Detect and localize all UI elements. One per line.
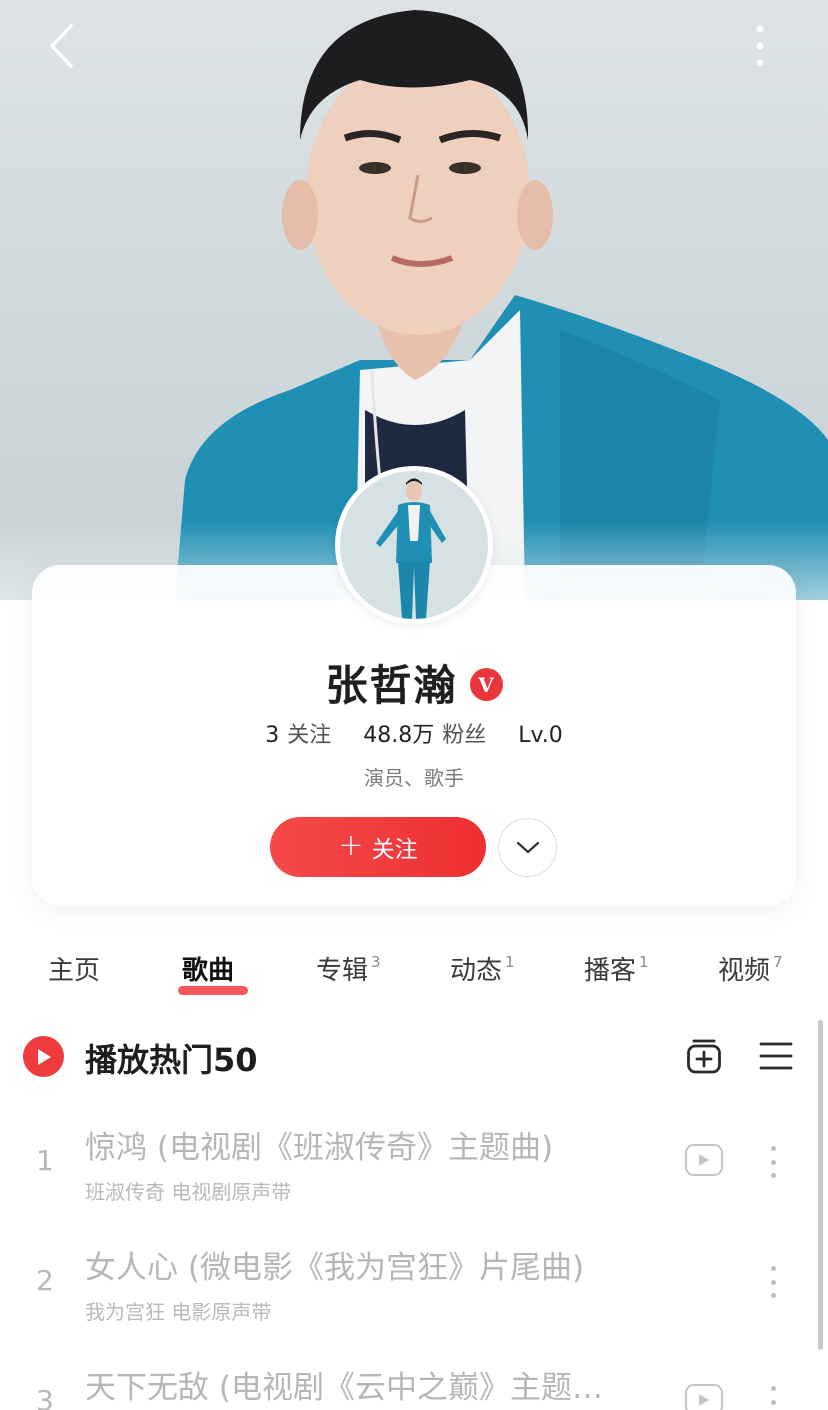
tab-label: 歌曲 xyxy=(182,956,235,986)
profile-stats: 3 关注 48.8万 粉丝 Lv.0 xyxy=(0,717,828,749)
tab-label: 动态 xyxy=(450,956,503,986)
song-row[interactable]: 3 天下无敌 (电视剧《云中之巅》主题… xyxy=(0,1362,828,1410)
song-more-button[interactable] xyxy=(762,1382,784,1410)
active-tab-indicator xyxy=(178,986,248,995)
vertical-dots-icon xyxy=(756,25,764,67)
dot-icon xyxy=(770,1159,776,1165)
song-title: 惊鸿 (电视剧《班淑传奇》主题曲) xyxy=(85,1130,554,1166)
tab-count: 1 xyxy=(639,953,649,971)
artist-identity: 演员、歌手 xyxy=(364,766,464,790)
follow-button-label: 关注 xyxy=(371,837,418,863)
following-label: 关注 xyxy=(287,723,332,748)
following-stat[interactable]: 3 关注 xyxy=(265,717,331,749)
tab-label: 专辑 xyxy=(316,956,369,986)
tab-label: 视频 xyxy=(718,956,771,986)
song-mv-button[interactable] xyxy=(685,1384,723,1410)
song-title: 天下无敌 (电视剧《云中之巅》主题… xyxy=(85,1370,603,1406)
dot-icon xyxy=(770,1279,776,1285)
dot-icon xyxy=(770,1386,776,1391)
more-options-button[interactable] xyxy=(732,18,788,74)
tab-label: 主页 xyxy=(48,956,101,986)
follow-button[interactable]: + 关注 xyxy=(270,817,486,877)
song-mv-button[interactable] xyxy=(685,1144,723,1176)
add-to-playlist-icon xyxy=(687,1039,721,1074)
tab-activity[interactable]: 动态 1 xyxy=(450,950,515,987)
song-index: 1 xyxy=(36,1144,54,1177)
song-more-button[interactable] xyxy=(762,1142,784,1182)
tab-count: 1 xyxy=(505,953,515,971)
artist-tabs: 主页 歌曲 专辑 3 动态 1 播客 1 视频 7 xyxy=(0,950,828,998)
fans-count: 48.8万 xyxy=(363,723,435,748)
following-count: 3 xyxy=(265,723,280,748)
fans-label: 粉丝 xyxy=(442,723,487,748)
play-icon xyxy=(37,1048,51,1065)
tab-label: 播客 xyxy=(584,956,637,986)
chevron-left-icon xyxy=(50,24,73,68)
list-menu-icon xyxy=(759,1042,793,1070)
hot-songs-title[interactable]: 播放热门50 xyxy=(85,1035,258,1081)
dot-icon xyxy=(770,1173,776,1178)
song-more-button[interactable] xyxy=(762,1262,784,1302)
dot-icon xyxy=(770,1293,776,1298)
level-badge: Lv.0 xyxy=(518,723,563,748)
avatar-image xyxy=(340,471,488,619)
artist-name: 张哲瀚 xyxy=(325,661,458,710)
artist-name-row: 张哲瀚 V xyxy=(0,652,828,713)
level-stat[interactable]: Lv.0 xyxy=(518,723,563,748)
dot-icon xyxy=(770,1266,776,1271)
avatar[interactable] xyxy=(335,466,493,624)
chevron-down-icon xyxy=(516,841,539,853)
tab-count: 7 xyxy=(773,953,783,971)
tab-videos[interactable]: 视频 7 xyxy=(718,950,783,987)
song-index: 3 xyxy=(36,1384,54,1410)
back-button[interactable] xyxy=(34,18,90,74)
add-to-playlist-button[interactable] xyxy=(686,1036,722,1076)
song-row[interactable]: 2 女人心 (微电影《我为宫狂》片尾曲) 我为宫狂 电影原声带 xyxy=(0,1242,828,1352)
tab-albums[interactable]: 专辑 3 xyxy=(316,950,381,987)
tab-count: 3 xyxy=(371,953,381,971)
song-index: 2 xyxy=(36,1264,54,1297)
tab-songs[interactable]: 歌曲 xyxy=(182,950,234,987)
song-title: 女人心 (微电影《我为宫狂》片尾曲) xyxy=(85,1250,585,1286)
song-subtitle: 班淑传奇 电视剧原声带 xyxy=(85,1180,292,1204)
fans-stat[interactable]: 48.8万 粉丝 xyxy=(363,717,486,749)
video-play-icon xyxy=(699,1394,709,1406)
scrollbar[interactable] xyxy=(818,1020,823,1350)
song-row[interactable]: 1 惊鸿 (电视剧《班淑传奇》主题曲) 班淑传奇 电视剧原声带 xyxy=(0,1122,828,1232)
plus-icon: + xyxy=(338,827,364,863)
tab-home[interactable]: 主页 xyxy=(48,950,100,987)
list-menu-button[interactable] xyxy=(758,1038,794,1074)
dot-icon xyxy=(770,1399,776,1405)
dot-icon xyxy=(770,1146,776,1151)
video-play-icon xyxy=(699,1154,709,1166)
expand-recommendations-button[interactable] xyxy=(498,818,557,877)
song-subtitle: 我为宫狂 电影原声带 xyxy=(85,1300,272,1324)
tab-podcast[interactable]: 播客 1 xyxy=(584,950,649,987)
play-all-button[interactable] xyxy=(23,1036,64,1077)
verified-badge-icon: V xyxy=(469,668,503,701)
hot-songs-header: 播放热门50 xyxy=(0,1028,828,1088)
